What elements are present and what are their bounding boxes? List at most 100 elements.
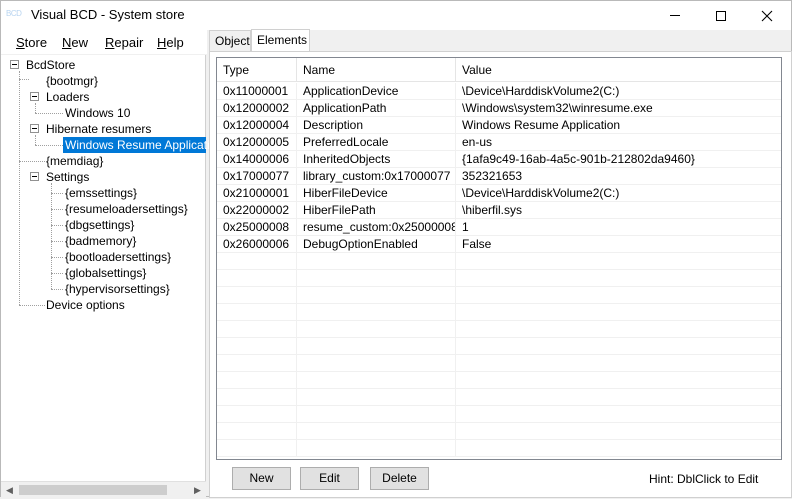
cell-type: 0x12000004 — [217, 117, 297, 134]
table-row[interactable]: 0x21000001 HiberFileDevice \Device\Harddis… — [217, 185, 781, 202]
tree-node-memdiag[interactable]: {memdiag} — [44, 153, 105, 169]
tree-node-windows10[interactable]: Windows 10 — [63, 105, 132, 121]
table-row[interactable] — [217, 253, 781, 270]
table-row[interactable] — [217, 321, 781, 338]
tree-node-setting[interactable]: {emssettings} — [63, 185, 139, 201]
tree-node-setting[interactable]: {resumeloadersettings} — [63, 201, 190, 217]
edit-button[interactable]: Edit — [300, 467, 359, 490]
cell-value: False — [462, 237, 492, 251]
tree-line — [51, 193, 63, 194]
tree-node-setting[interactable]: {dbgsettings} — [63, 217, 136, 233]
tree-node-device-options[interactable]: Device options — [44, 297, 127, 313]
tab-strip: Object Elements — [209, 29, 792, 52]
table-row[interactable]: 0x12000004 Description Windows Resume Appl… — [217, 117, 781, 134]
tree-expander-bcdstore[interactable] — [10, 60, 19, 69]
tree-expander-settings[interactable] — [30, 172, 39, 181]
hint-text: Hint: DblClick to Edit — [649, 472, 759, 486]
minimize-button[interactable] — [652, 1, 698, 30]
tree-line — [51, 241, 63, 242]
table-row[interactable] — [217, 406, 781, 423]
cell-name — [297, 304, 456, 321]
tree-node-bootmgr[interactable]: {bootmgr} — [44, 73, 100, 89]
tree-line — [35, 145, 63, 146]
table-row[interactable] — [217, 423, 781, 440]
cell-type — [217, 304, 297, 321]
cell-name — [297, 270, 456, 287]
new-button[interactable]: New — [232, 467, 291, 490]
tree-node-setting[interactable]: {bootloadersettings} — [63, 249, 173, 265]
table-row[interactable] — [217, 287, 781, 304]
cell-name: resume_custom:0x25000008 — [297, 219, 456, 236]
tree-node-setting[interactable]: {badmemory} — [63, 233, 138, 249]
table-row[interactable]: 0x22000002 HiberFilePath \hiberfil.sys — [217, 202, 781, 219]
cell-value — [456, 287, 781, 304]
cell-type — [217, 287, 297, 304]
column-header-value[interactable]: Value — [456, 58, 781, 82]
table-row[interactable]: 0x25000008 resume_custom:0x25000008 1 — [217, 219, 781, 236]
table-row[interactable] — [217, 270, 781, 287]
cell-type: 0x17000077 — [217, 168, 297, 185]
table-row[interactable] — [217, 338, 781, 355]
tree-node-hibernate[interactable]: Hibernate resumers — [44, 121, 153, 137]
table-row[interactable] — [217, 440, 781, 457]
cell-type — [217, 338, 297, 355]
tree-node-setting[interactable]: {globalsettings} — [63, 265, 148, 281]
tab-object[interactable]: Object — [209, 30, 251, 51]
cell-type: 0x12000005 — [217, 134, 297, 151]
table-row[interactable]: 0x26000006 DebugOptionEnabled False — [217, 236, 781, 253]
column-header-type[interactable]: Type — [217, 58, 297, 82]
tree-line — [51, 273, 63, 274]
tree-horizontal-scrollbar[interactable]: ◀ ▶ — [1, 481, 206, 498]
menu-new[interactable]: New — [62, 35, 88, 50]
table-row[interactable]: 0x17000077 library_custom:0x17000077 35232… — [217, 168, 781, 185]
scroll-thumb[interactable] — [19, 485, 167, 495]
table-row[interactable]: 0x14000006 InheritedObjects {1afa9c49-16ab… — [217, 151, 781, 168]
cell-type: 0x12000002 — [217, 100, 297, 117]
close-button[interactable] — [744, 1, 790, 30]
table-row[interactable] — [217, 304, 781, 321]
cell-value — [456, 406, 781, 423]
tree-expander-hibernate[interactable] — [30, 124, 39, 133]
cell-name — [297, 406, 456, 423]
table-row[interactable]: 0x12000002 ApplicationPath \Windows\system… — [217, 100, 781, 117]
cell-type — [217, 406, 297, 423]
menu-store[interactable]: Store — [16, 35, 47, 50]
tree-node-bcdstore[interactable]: BcdStore — [24, 57, 77, 73]
tree-line — [35, 135, 36, 145]
cell-value — [456, 304, 781, 321]
tree-line — [51, 209, 63, 210]
cell-name — [297, 321, 456, 338]
cell-name — [297, 253, 456, 270]
table-row[interactable] — [217, 372, 781, 389]
tree-node-loaders[interactable]: Loaders — [44, 89, 91, 105]
column-header-name[interactable]: Name — [297, 58, 456, 82]
maximize-button[interactable] — [698, 1, 744, 30]
cell-value: \hiberfil.sys — [462, 203, 523, 217]
cell-value: \Device\HarddiskVolume2(C:) — [462, 84, 620, 98]
tree-line — [51, 257, 63, 258]
menu-repair[interactable]: Repair — [105, 35, 143, 50]
tree-node-winresume[interactable]: Windows Resume Application — [63, 137, 223, 153]
table-row[interactable] — [217, 355, 781, 372]
minimize-icon — [670, 15, 680, 16]
tree-node-settings[interactable]: Settings — [44, 169, 91, 185]
elements-list[interactable]: Type Name Value 0x11000001 ApplicationDev… — [216, 57, 782, 460]
tree-line — [19, 161, 45, 162]
table-row[interactable]: 0x12000005 PreferredLocale en-us — [217, 134, 781, 151]
elements-panel: Type Name Value 0x11000001 ApplicationDev… — [209, 51, 792, 498]
scroll-right-icon[interactable]: ▶ — [189, 482, 206, 499]
cell-value: {1afa9c49-16ab-4a5c-901b-212802da9460} — [462, 152, 695, 166]
menu-help[interactable]: Help — [157, 35, 184, 50]
delete-button[interactable]: Delete — [370, 467, 429, 490]
cell-value — [456, 253, 781, 270]
table-row[interactable]: 0x11000001 ApplicationDevice \Device\Hardd… — [217, 83, 781, 100]
tree-expander-loaders[interactable] — [30, 92, 39, 101]
scroll-left-icon[interactable]: ◀ — [1, 482, 18, 499]
tree-node-setting[interactable]: {hypervisorsettings} — [63, 281, 172, 297]
table-row[interactable] — [217, 389, 781, 406]
cell-value — [456, 423, 781, 440]
tab-elements[interactable]: Elements — [251, 29, 310, 51]
cell-value: en-us — [462, 135, 493, 149]
store-tree[interactable]: BcdStore {bootmgr} Loaders Windows 10 Hi… — [1, 55, 223, 498]
tree-line — [19, 71, 20, 305]
